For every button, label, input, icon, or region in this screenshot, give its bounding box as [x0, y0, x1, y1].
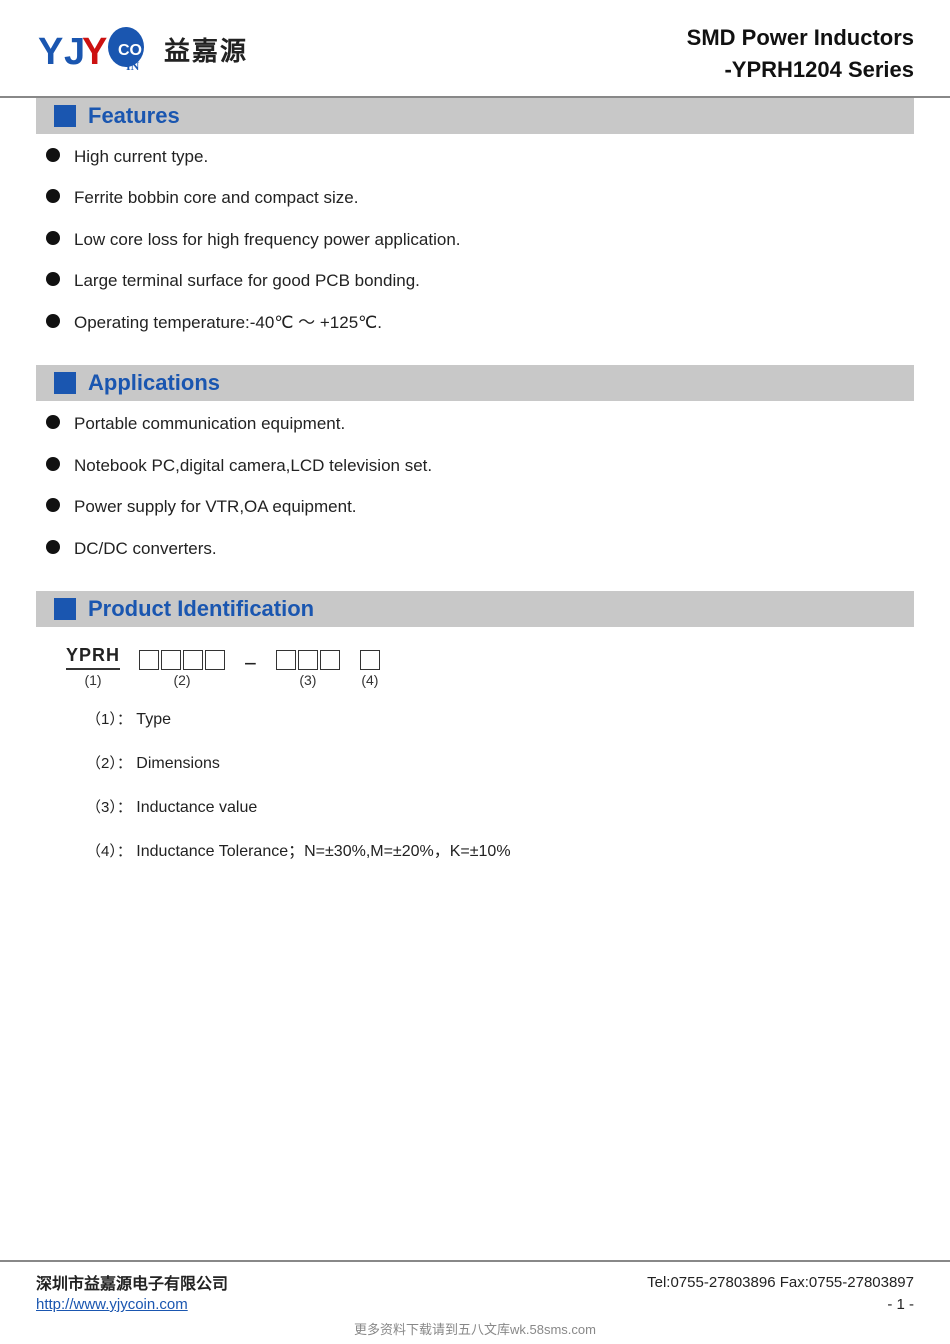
feature-item-5: Operating temperature:-40℃ ～ +125℃. — [74, 310, 382, 336]
applications-bar-square — [54, 372, 76, 394]
product-id-section: Product Identification YPRH (1) — [36, 591, 914, 894]
code-part-4: (4) — [359, 650, 381, 688]
product-id-bar: Product Identification — [36, 591, 914, 627]
bullet-dot — [46, 498, 60, 512]
app-item-1: Portable communication equipment. — [74, 411, 345, 437]
features-list: High current type. Ferrite bobbin core a… — [36, 134, 914, 362]
main-content: Features High current type. Ferrite bobb… — [0, 98, 950, 1260]
footer: 深圳市益嘉源电子有限公司 Tel:0755-27803896 Fax:0755-… — [0, 1260, 950, 1344]
code-box — [161, 650, 181, 670]
list-item: Low core loss for high frequency power a… — [46, 227, 914, 253]
footer-row1: 深圳市益嘉源电子有限公司 Tel:0755-27803896 Fax:0755-… — [36, 1270, 914, 1294]
applications-list: Portable communication equipment. Notebo… — [36, 401, 914, 587]
feature-item-2: Ferrite bobbin core and compact size. — [74, 185, 358, 211]
code-diagram: YPRH (1) (2) − — [66, 645, 904, 688]
bullet-dot — [46, 189, 60, 203]
header: Y J Y CO IN 益嘉源 SMD Power Inductors -YPR… — [0, 0, 950, 98]
list-item: Notebook PC,digital camera,LCD televisio… — [46, 453, 914, 479]
bullet-dot — [46, 272, 60, 286]
def-text-2: Dimensions — [136, 755, 220, 772]
applications-title: Applications — [88, 370, 220, 396]
def-num-1: （1）： — [86, 711, 132, 728]
def-text-1: Type — [136, 711, 171, 728]
app-item-2: Notebook PC,digital camera,LCD televisio… — [74, 453, 432, 479]
bullet-dot — [46, 415, 60, 429]
code-part-2: (2) — [138, 650, 226, 688]
page-wrapper: Y J Y CO IN 益嘉源 SMD Power Inductors -YPR… — [0, 0, 950, 1344]
def-text-4: Inductance Tolerance；N=±30%,M=±20%，K=±10… — [136, 843, 510, 860]
list-item: High current type. — [46, 144, 914, 170]
footer-bottom: 更多资料下载请到五八文库wk.58sms.com — [36, 1319, 914, 1342]
code-box — [205, 650, 225, 670]
code-boxes-4 — [359, 650, 381, 670]
definitions: （1）： Type （2）： Dimensions （3）： Inductanc… — [56, 708, 904, 864]
list-item: DC/DC converters. — [46, 536, 914, 562]
list-item: Portable communication equipment. — [46, 411, 914, 437]
def-item-3: （3）： Inductance value — [86, 796, 904, 820]
code-label-4: (4) — [361, 672, 378, 688]
list-item: Large terminal surface for good PCB bond… — [46, 268, 914, 294]
bullet-dot — [46, 457, 60, 471]
feature-item-1: High current type. — [74, 144, 208, 170]
code-dash: − — [244, 651, 257, 677]
code-box — [320, 650, 340, 670]
footer-company: 深圳市益嘉源电子有限公司 — [36, 1270, 228, 1294]
footer-page: - 1 - — [887, 1296, 914, 1313]
applications-bar: Applications — [36, 365, 914, 401]
code-part-3: (3) — [275, 650, 341, 688]
def-item-2: （2）： Dimensions — [86, 752, 904, 776]
product-id-bar-square — [54, 598, 76, 620]
features-title: Features — [88, 103, 180, 129]
product-id-title: Product Identification — [88, 596, 314, 622]
logo-text-cn: 益嘉源 — [164, 31, 248, 68]
svg-text:CO: CO — [118, 42, 142, 59]
list-item: Ferrite bobbin core and compact size. — [46, 185, 914, 211]
footer-url[interactable]: http://www.yjycoin.com — [36, 1296, 188, 1313]
code-box — [183, 650, 203, 670]
features-bar-square — [54, 105, 76, 127]
def-item-1: （1）： Type — [86, 708, 904, 732]
app-item-4: DC/DC converters. — [74, 536, 217, 562]
title-line1: SMD Power Inductors — [687, 22, 914, 54]
title-line2: -YPRH1204 Series — [687, 54, 914, 86]
logo-icon: Y J Y CO IN — [36, 22, 156, 76]
app-item-3: Power supply for VTR,OA equipment. — [74, 494, 357, 520]
code-box — [139, 650, 159, 670]
svg-text:IN: IN — [126, 59, 140, 73]
def-num-3: （3）： — [86, 799, 132, 816]
code-box — [276, 650, 296, 670]
applications-section: Applications Portable communication equi… — [36, 365, 914, 587]
footer-contact: Tel:0755-27803896 Fax:0755-27803897 — [647, 1274, 914, 1291]
bullet-dot — [46, 540, 60, 554]
svg-text:Y: Y — [82, 31, 107, 73]
feature-item-4: Large terminal surface for good PCB bond… — [74, 268, 420, 294]
def-item-4: （4）： Inductance Tolerance；N=±30%,M=±20%，… — [86, 840, 904, 864]
code-box — [360, 650, 380, 670]
product-id-content: YPRH (1) (2) − — [36, 627, 914, 894]
code-part-1: YPRH (1) — [66, 645, 120, 688]
bullet-dot — [46, 314, 60, 328]
code-boxes-3 — [275, 650, 341, 670]
code-boxes-2 — [138, 650, 226, 670]
features-section: Features High current type. Ferrite bobb… — [36, 98, 914, 362]
list-item: Operating temperature:-40℃ ～ +125℃. — [46, 310, 914, 336]
code-yprh: YPRH — [66, 645, 120, 670]
footer-row2: http://www.yjycoin.com - 1 - — [36, 1296, 914, 1313]
features-bar: Features — [36, 98, 914, 134]
svg-text:Y: Y — [38, 31, 63, 73]
logo-area: Y J Y CO IN 益嘉源 — [36, 22, 248, 76]
code-label-1: (1) — [84, 672, 101, 688]
def-text-3: Inductance value — [136, 799, 257, 816]
header-title: SMD Power Inductors -YPRH1204 Series — [687, 22, 914, 86]
bullet-dot — [46, 148, 60, 162]
feature-item-3: Low core loss for high frequency power a… — [74, 227, 461, 253]
code-box — [298, 650, 318, 670]
def-num-4: （4）： — [86, 843, 132, 860]
code-label-2: (2) — [173, 672, 190, 688]
list-item: Power supply for VTR,OA equipment. — [46, 494, 914, 520]
code-label-3: (3) — [299, 672, 316, 688]
def-num-2: （2）： — [86, 755, 132, 772]
bullet-dot — [46, 231, 60, 245]
